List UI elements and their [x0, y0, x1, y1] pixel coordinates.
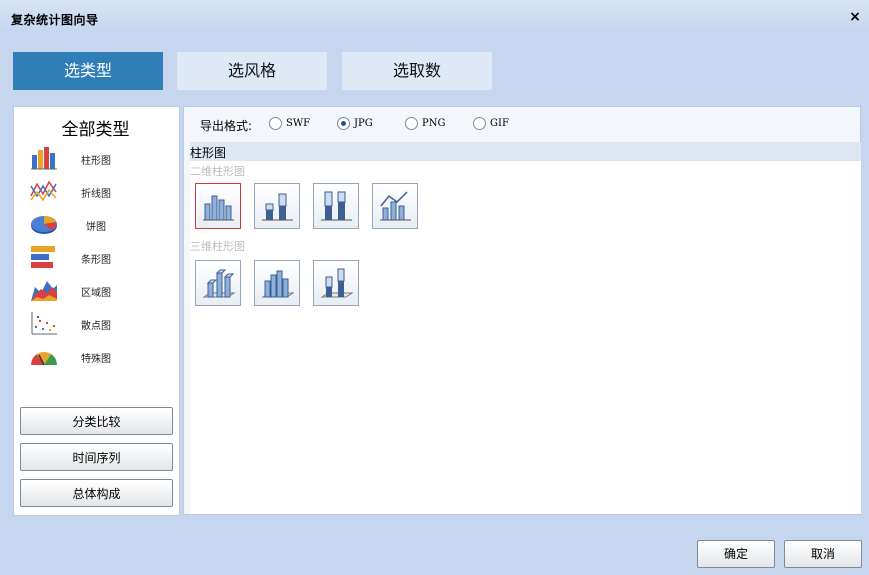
group-header: 柱形图 [190, 142, 861, 161]
clustered-column-icon [203, 195, 234, 221]
type-item-line[interactable]: 折线图 [19, 176, 169, 206]
thumb-3d-clustered[interactable] [195, 260, 241, 306]
stacked-column-icon [262, 193, 293, 221]
tab-select-data[interactable]: 选取数 [342, 52, 492, 90]
horizontal-bar-chart-icon [31, 246, 55, 268]
3d-clustered-column-icon [202, 269, 236, 298]
type-label: 条形图 [81, 255, 111, 266]
line-chart-icon [30, 180, 57, 202]
thumb-2d-clustered[interactable] [195, 183, 241, 229]
scatter-chart-icon [31, 312, 57, 335]
type-item-horizontal-bar[interactable]: 条形图 [19, 242, 169, 272]
all-types-header: 全部类型 [61, 120, 130, 140]
percent-stacked-column-icon [321, 191, 352, 221]
bar-chart-icon [31, 147, 57, 170]
title-bar: 复杂统计图向导 × [0, 0, 869, 36]
chart-type-panel: 全部类型 柱形图 折线图 饼图 条形图 区域图 散点图 特殊图 分类比较 时间序… [13, 106, 180, 516]
column-line-combo-icon [380, 191, 411, 221]
type-label: 散点图 [81, 321, 111, 332]
3d-stacked-column-icon [261, 270, 295, 298]
gauge-chart-icon [30, 351, 58, 366]
tab-select-style[interactable]: 选风格 [177, 52, 327, 90]
type-item-area[interactable]: 区域图 [19, 275, 169, 305]
radio-jpg[interactable] [337, 117, 350, 130]
type-label: 柱形图 [81, 156, 111, 167]
type-item-special[interactable]: 特殊图 [19, 341, 169, 371]
window-title: 复杂统计图向导 [11, 13, 99, 27]
type-label: 特殊图 [81, 354, 111, 365]
category-time-series-button[interactable]: 时间序列 [20, 443, 173, 471]
subheader-3d: 三维柱形图 [190, 240, 245, 253]
type-item-bar[interactable]: 柱形图 [19, 143, 169, 173]
radio-label-swf: SWF [286, 118, 311, 129]
type-label: 区域图 [81, 288, 111, 299]
3d-percent-stacked-column-icon [320, 268, 354, 298]
thumb-2d-stacked[interactable] [254, 183, 300, 229]
pie-chart-icon [31, 216, 57, 234]
radio-label-gif: GIF [490, 118, 509, 129]
close-icon[interactable]: × [848, 9, 862, 25]
radio-swf[interactable] [269, 117, 282, 130]
type-label: 折线图 [81, 189, 111, 200]
ok-button[interactable]: 确定 [697, 540, 775, 568]
chart-subtype-panel: 导出格式: SWF JPG PNG GIF 柱形图 二维柱形图 三维柱形图 [183, 106, 861, 515]
thumb-3d-stacked[interactable] [254, 260, 300, 306]
radio-label-png: PNG [422, 118, 446, 129]
group-title: 柱形图 [190, 146, 227, 160]
thumb-2d-percent-stacked[interactable] [313, 183, 359, 229]
cancel-button[interactable]: 取消 [784, 540, 862, 568]
radio-png[interactable] [405, 117, 418, 130]
tab-select-type[interactable]: 选类型 [13, 52, 163, 90]
category-compare-button[interactable]: 分类比较 [20, 407, 173, 435]
type-label: 饼图 [86, 222, 106, 233]
thumb-3d-percent-stacked[interactable] [313, 260, 359, 306]
category-composition-button[interactable]: 总体构成 [20, 479, 173, 507]
thumb-2d-column-line[interactable] [372, 183, 418, 229]
export-format-label: 导出格式: [200, 119, 253, 133]
radio-label-jpg: JPG [354, 118, 373, 129]
type-item-pie[interactable]: 饼图 [19, 209, 169, 239]
subheader-2d: 二维柱形图 [190, 165, 245, 178]
radio-gif[interactable] [473, 117, 486, 130]
area-chart-icon [31, 281, 57, 301]
type-item-scatter[interactable]: 散点图 [19, 308, 169, 338]
